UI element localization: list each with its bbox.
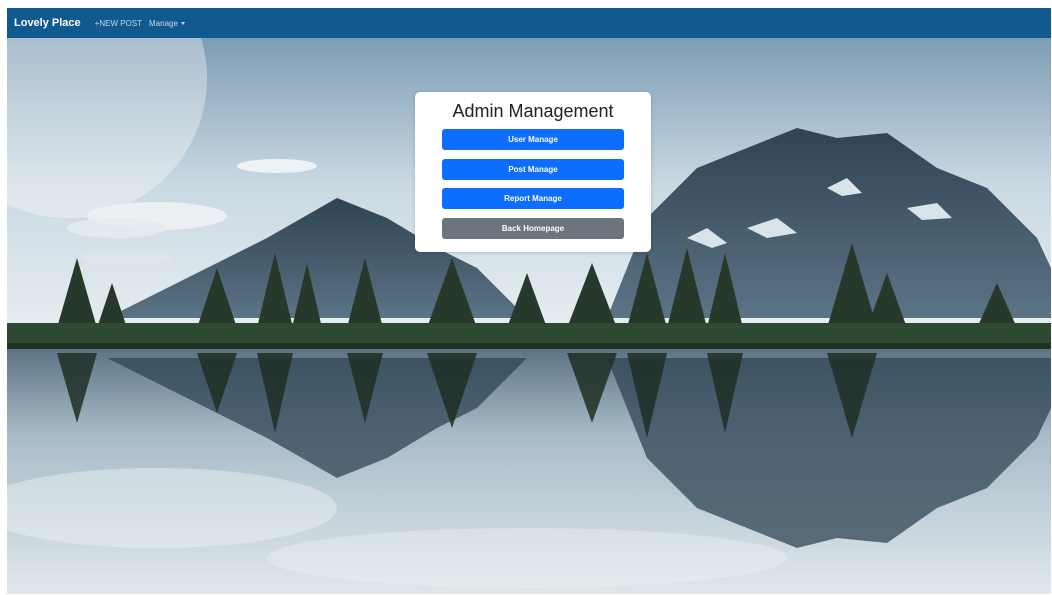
report-manage-button[interactable]: Report Manage [442, 188, 624, 209]
post-manage-button[interactable]: Post Manage [442, 159, 624, 180]
back-homepage-button[interactable]: Back Homepage [442, 218, 624, 239]
brand-link[interactable]: Lovely Place [14, 17, 81, 29]
chevron-down-icon [180, 21, 185, 25]
card-title: Admin Management [452, 101, 614, 121]
new-post-link[interactable]: +NEW POST [95, 19, 142, 28]
manage-dropdown[interactable]: Manage [149, 19, 185, 28]
user-manage-button[interactable]: User Manage [442, 129, 624, 150]
app-frame: Lovely Place +NEW POST Manage Admin Mana… [7, 8, 1051, 594]
admin-management-card: Admin Management User Manage Post Manage… [415, 92, 651, 252]
manage-label: Manage [149, 18, 178, 28]
top-navbar: Lovely Place +NEW POST Manage [7, 8, 1051, 38]
